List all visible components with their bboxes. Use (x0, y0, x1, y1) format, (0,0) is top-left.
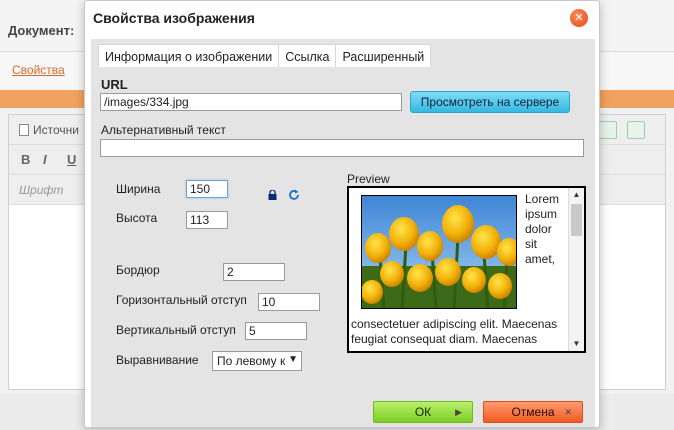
tab-link[interactable]: Ссылка (279, 44, 337, 68)
ok-button[interactable]: ОК ▶ (373, 401, 473, 423)
close-icon[interactable]: ✕ (570, 9, 588, 27)
cancel-button[interactable]: Отмена ✕ (483, 401, 583, 423)
dialog-footer: ОК ▶ Отмена ✕ (91, 397, 595, 427)
preview-side-text: Lorem ipsum dolor sit amet, (525, 192, 560, 266)
properties-tab-link[interactable]: Свойства (12, 63, 65, 77)
browse-server-button[interactable]: Просмотреть на сервере (410, 91, 570, 113)
hspace-input[interactable] (258, 293, 320, 311)
vspace-input[interactable] (245, 322, 307, 340)
border-label: Бордюр (116, 263, 160, 277)
chevron-down-icon: ▼ (288, 354, 298, 365)
alt-text-label: Альтернативный текст (101, 123, 226, 137)
source-label: Источни (33, 123, 79, 137)
source-button[interactable]: Источни (19, 123, 79, 137)
vspace-label: Вертикальный отступ (116, 323, 236, 337)
lock-icon[interactable] (268, 190, 277, 200)
scroll-down-arrow-icon[interactable]: ▼ (569, 337, 584, 351)
dialog-body: Информация о изображении Ссылка Расширен… (91, 39, 595, 427)
tab-image-info[interactable]: Информация о изображении (98, 44, 280, 68)
italic-button[interactable]: I (43, 152, 47, 167)
close-small-icon: ✕ (564, 407, 572, 417)
preview-pane: Lorem ipsum dolor sit amet, consectetuer… (347, 186, 586, 353)
preview-body-text: consectetuer adipiscing elit. Maecenas f… (351, 317, 558, 346)
url-input[interactable] (100, 93, 402, 111)
url-label: URL (101, 77, 128, 92)
source-icon (19, 124, 29, 136)
scroll-thumb[interactable] (571, 204, 582, 236)
preview-scrollbar[interactable]: ▲ ▼ (568, 188, 584, 351)
width-label: Ширина (116, 182, 161, 196)
ok-button-label: ОК (414, 405, 432, 419)
dialog-title: Свойства изображения (93, 10, 255, 26)
hspace-label: Горизонтальный отступ (116, 293, 247, 307)
align-label: Выравнивание (116, 353, 199, 367)
table-add-row-icon[interactable] (627, 121, 645, 139)
tulips-image (362, 196, 516, 308)
underline-button[interactable]: U (67, 152, 76, 167)
image-properties-dialog: Свойства изображения ✕ Информация о изоб… (84, 0, 600, 428)
preview-image (361, 195, 517, 309)
arrow-right-icon: ▶ (455, 407, 462, 417)
reset-size-icon[interactable] (288, 189, 300, 201)
height-input[interactable] (186, 211, 228, 229)
tab-advanced[interactable]: Расширенный (336, 44, 432, 68)
align-select-value: По левому к (217, 354, 286, 368)
width-input[interactable] (186, 180, 228, 198)
cancel-button-label: Отмена (511, 405, 555, 419)
preview-label: Preview (347, 172, 390, 186)
font-select[interactable]: Шрифт (19, 183, 63, 197)
table-insert-icon[interactable] (599, 121, 617, 139)
bold-button[interactable]: B (21, 152, 30, 167)
height-label: Высота (116, 211, 158, 225)
image-info-panel: URL Просмотреть на сервере Альтернативны… (92, 67, 594, 397)
scroll-up-arrow-icon[interactable]: ▲ (569, 188, 584, 202)
dialog-tabs: Информация о изображении Ссылка Расширен… (98, 44, 432, 68)
alt-text-input[interactable] (100, 139, 584, 157)
document-label: Документ: (8, 23, 75, 38)
border-input[interactable] (223, 263, 285, 281)
align-select[interactable]: По левому к ▼ (212, 351, 302, 371)
